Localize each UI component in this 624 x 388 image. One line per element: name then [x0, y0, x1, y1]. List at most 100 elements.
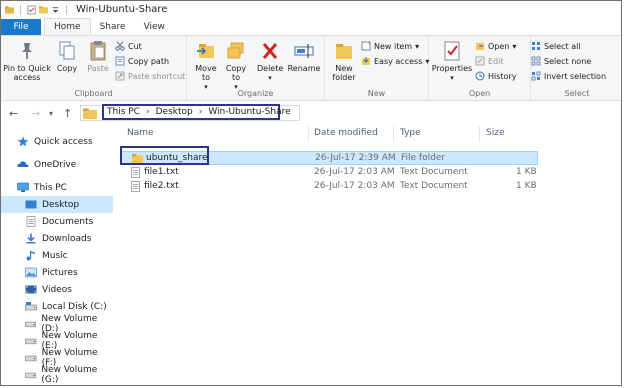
breadcrumb-this-pc[interactable]: This PC	[107, 107, 140, 117]
dropdown-arrow-icon[interactable]	[51, 5, 60, 15]
nav-item-onedrive[interactable]: OneDrive	[1, 156, 113, 173]
easy-access-button[interactable]: Easy access ▾	[361, 56, 429, 66]
drive-icon	[25, 372, 37, 379]
delete-x-icon	[262, 43, 278, 59]
column-header-size[interactable]: Size	[486, 128, 504, 138]
ribbon: Pin to Quick access Copy Paste Cut Copy …	[1, 35, 621, 101]
paste-shortcut-button[interactable]: Paste shortcut	[115, 71, 185, 81]
new-folder-button[interactable]: New folder	[330, 40, 358, 82]
file-date: 26-Jul-17 2:03 AM	[314, 167, 395, 177]
nav-item-new-volume-e[interactable]: New Volume (E:)	[1, 331, 113, 351]
column-header-name[interactable]: Name	[127, 128, 154, 138]
tab-file[interactable]: File	[1, 19, 41, 36]
nav-item-new-volume-d[interactable]: New Volume (D:)	[1, 314, 113, 334]
properties-button[interactable]: Properties ▾	[431, 40, 473, 83]
select-all-button[interactable]: Select all	[531, 41, 581, 51]
new-group: New folder New item ▾ Easy access ▾ New	[325, 36, 429, 100]
delete-button[interactable]: Delete ▾	[257, 40, 283, 83]
tab-view[interactable]: View	[135, 19, 174, 36]
window-title: Win-Ubuntu-Share	[76, 4, 168, 15]
navigation-pane: Quick access OneDrive This PC Desktop Do…	[1, 124, 113, 385]
new-folder-icon	[336, 44, 352, 59]
paste-shortcut-icon	[115, 71, 125, 81]
column-divider[interactable]	[393, 126, 394, 142]
move-to-icon	[197, 44, 214, 58]
up-arrow-icon[interactable]: ↑	[63, 107, 72, 120]
open-group-label: Open	[468, 89, 491, 98]
nav-item-label: This PC	[34, 182, 67, 193]
edit-button[interactable]: Edit	[475, 56, 504, 66]
file-row-file2[interactable]: file2.txt 26-Jul-17 2:03 AM Text Documen…	[120, 180, 537, 194]
organize-group: Move to ▾ Copy to ▾ Delete ▾ Rename Organiz…	[187, 36, 325, 100]
download-icon	[26, 233, 36, 244]
nav-item-quick-access[interactable]: Quick access	[1, 133, 113, 150]
file-name: file1.txt	[144, 167, 179, 177]
history-label: History	[488, 71, 517, 81]
column-divider[interactable]	[308, 126, 309, 142]
column-header-date-modified[interactable]: Date modified	[314, 128, 378, 138]
copy-to-icon	[227, 42, 244, 59]
nav-item-desktop[interactable]: Desktop	[1, 196, 113, 213]
copy-path-button[interactable]: Copy path	[115, 56, 169, 66]
column-divider[interactable]	[479, 126, 480, 142]
move-to-button[interactable]: Move to ▾	[193, 40, 219, 92]
chevron-right-icon[interactable]: ›	[146, 107, 150, 117]
cut-label: Cut	[128, 41, 142, 51]
properties-check-icon[interactable]	[27, 5, 36, 15]
recent-locations-chevron-icon[interactable]: ▾	[49, 109, 53, 118]
copy-path-icon	[115, 56, 125, 66]
title-bar: Win-Ubuntu-Share	[1, 1, 621, 18]
folder-icon	[83, 108, 97, 119]
nav-item-this-pc[interactable]: This PC	[1, 179, 113, 196]
toolbar-separator	[20, 4, 21, 15]
nav-item-pictures[interactable]: Pictures	[1, 264, 113, 281]
breadcrumb-win-ubuntu-share[interactable]: Win-Ubuntu-Share	[208, 107, 290, 117]
tab-home[interactable]: Home	[44, 18, 91, 36]
select-all-icon	[532, 42, 540, 50]
history-button[interactable]: History	[475, 71, 516, 81]
copy-button[interactable]: Copy	[55, 40, 79, 73]
open-button[interactable]: Open ▾	[475, 41, 516, 51]
history-icon	[475, 71, 485, 81]
column-header-type[interactable]: Type	[400, 128, 421, 138]
forward-arrow-icon[interactable]: →	[31, 107, 40, 120]
nav-item-new-volume-f[interactable]: New Volume (F:)	[1, 348, 113, 368]
nav-item-local-disk-c[interactable]: Local Disk (C:)	[1, 298, 113, 315]
file-date: 26-Jul-17 2:03 AM	[314, 181, 395, 191]
file-type: File folder	[401, 153, 446, 163]
copy-to-button[interactable]: Copy to ▾	[223, 40, 249, 92]
rename-button[interactable]: Rename	[287, 40, 321, 73]
file-size: 1 KB	[516, 181, 537, 191]
pin-to-quick-access-button[interactable]: Pin to Quick access	[3, 40, 51, 82]
nav-item-music[interactable]: Music	[1, 247, 113, 264]
back-arrow-icon[interactable]: ←	[9, 107, 18, 120]
select-all-label: Select all	[544, 41, 581, 51]
drive-icon	[25, 338, 37, 345]
new-item-icon	[361, 41, 371, 51]
documents-icon	[26, 216, 36, 227]
breadcrumb: This PC › Desktop › Win-Ubuntu-Share	[102, 104, 291, 120]
select-none-button[interactable]: Select none	[531, 56, 591, 66]
nav-item-documents[interactable]: Documents	[1, 213, 113, 230]
nav-item-videos[interactable]: Videos	[1, 281, 113, 298]
pin-icon	[22, 43, 32, 59]
paste-icon	[90, 41, 106, 61]
scissors-icon	[115, 41, 125, 51]
new-folder-icon[interactable]	[39, 5, 48, 15]
nav-item-label: Music	[42, 250, 68, 261]
chevron-right-icon[interactable]: ›	[199, 107, 203, 117]
new-item-button[interactable]: New item ▾	[361, 41, 419, 51]
breadcrumb-desktop[interactable]: Desktop	[156, 107, 193, 117]
cut-button[interactable]: Cut	[115, 41, 142, 51]
rename-icon	[294, 44, 314, 58]
nav-item-new-volume-g[interactable]: New Volume (G:)	[1, 365, 113, 385]
nav-item-downloads[interactable]: Downloads	[1, 230, 113, 247]
music-icon	[26, 251, 35, 261]
nav-item-label: Documents	[42, 216, 94, 227]
paste-button[interactable]: Paste	[85, 40, 111, 73]
tab-share[interactable]: Share	[91, 19, 135, 36]
invert-selection-button[interactable]: Invert selection	[531, 71, 606, 81]
edit-label: Edit	[488, 56, 504, 66]
file-type: Text Document	[400, 167, 468, 177]
file-row-file1[interactable]: file1.txt 26-Jul-17 2:03 AM Text Documen…	[120, 166, 537, 180]
